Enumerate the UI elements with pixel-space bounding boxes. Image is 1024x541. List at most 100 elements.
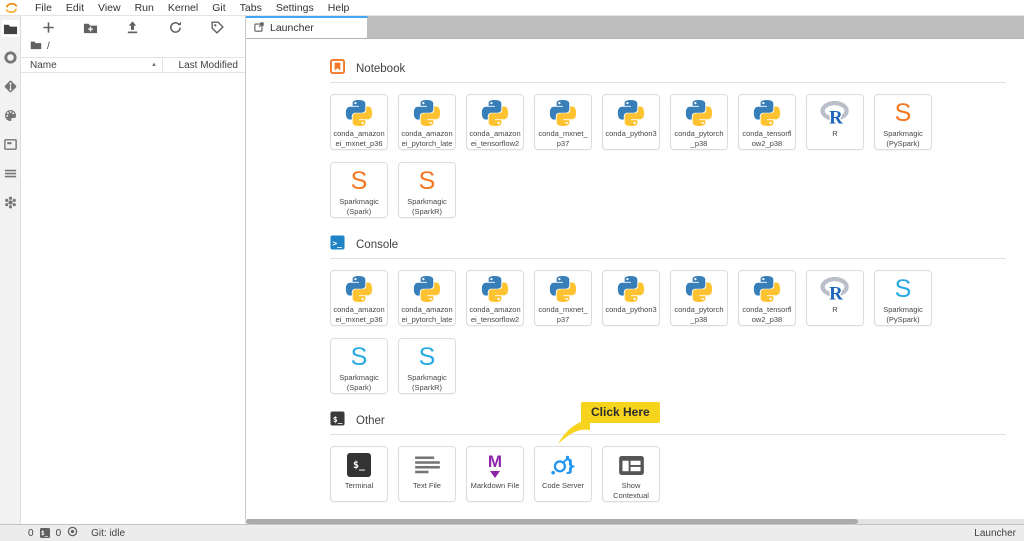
python-icon [752,271,782,304]
status-context-label: Launcher [974,527,1016,539]
git-icon[interactable] [2,78,19,95]
launcher-card-sparkmagic-spark[interactable]: S Sparkmagic (Spark) [330,338,388,394]
menu-tabs[interactable]: Tabs [233,2,269,14]
breadcrumb[interactable]: / [21,39,245,54]
card-label: Sparkmagic (SparkR) [407,197,447,216]
file-browser-panel: / Name ▲ Last Modified [21,16,245,524]
launcher-card-r[interactable]: RRR [806,270,864,326]
card-label: conda_pytorch_p38 [674,129,724,148]
launcher-card-r[interactable]: RRR [806,94,864,150]
launcher-section-other: $_ Other $_ Terminal Text File M Markdown File… [330,410,1006,502]
main-dock-panel: Launcher Notebook conda_amazonei_mxnet_p3… [245,16,1024,524]
menu-edit[interactable]: Edit [59,2,91,14]
r-icon: RR [820,271,851,304]
launcher-card-sparkmagic-sparkr[interactable]: S Sparkmagic (SparkR) [398,162,456,218]
launcher-card-conda-amazonei-tensorflow2[interactable]: conda_amazonei_tensorflow2_ [466,270,524,326]
launcher-card-conda-amazonei-mxnet-p36[interactable]: conda_amazonei_mxnet_p36 [330,270,388,326]
upload-icon[interactable] [124,19,141,36]
launcher-sections: Notebook conda_amazonei_mxnet_p36 conda_am… [330,58,1006,502]
menu-git[interactable]: Git [205,2,232,14]
launcher-card-sparkmagic-pyspark[interactable]: S Sparkmagic (PySpark) [874,270,932,326]
launcher-card-code-server[interactable]: } Code Server [534,446,592,502]
new-folder-icon[interactable] [82,19,99,36]
svg-text:R: R [829,107,843,125]
launcher-tab-icon [253,21,265,36]
launcher-card-conda-amazonei-pytorch-late[interactable]: conda_amazonei_pytorch_late [398,270,456,326]
refresh-icon[interactable] [167,19,184,36]
section-divider [330,434,1006,435]
inspector-icon[interactable] [2,136,19,153]
launcher-card-sparkmagic-pyspark[interactable]: S Sparkmagic (PySpark) [874,94,932,150]
tab-launcher[interactable]: Launcher [246,16,368,38]
menu-kernel[interactable]: Kernel [161,2,205,14]
notebook-section-icon [330,58,345,79]
card-label: Sparkmagic (PySpark) [883,305,923,324]
contextual-help-icon [618,447,644,480]
launcher-card-show-contextual-help[interactable]: Show Contextual Help [602,446,660,502]
card-label: conda_amazonei_pytorch_late [401,129,453,148]
card-grid-other: $_ Terminal Text File M Markdown File} Code S… [330,446,970,502]
launcher-card-conda-mxnet-p37[interactable]: conda_mxnet_p37 [534,94,592,150]
launcher-card-conda-pytorch-p38[interactable]: conda_pytorch_p38 [670,270,728,326]
section-divider [330,82,1006,83]
launcher-card-terminal[interactable]: $_ Terminal [330,446,388,502]
tab-bar: Launcher [246,16,1024,39]
launcher-card-text-file[interactable]: Text File [398,446,456,502]
file-list-header: Name ▲ Last Modified [21,57,245,73]
text-file-icon [414,447,440,480]
launcher-card-sparkmagic-spark[interactable]: S Sparkmagic (Spark) [330,162,388,218]
launcher-card-sparkmagic-sparkr[interactable]: S Sparkmagic (SparkR) [398,338,456,394]
svg-text:R: R [829,283,843,301]
section-header-other: $_ Other [330,410,1006,429]
card-label: R [832,305,838,314]
spark-icon: S [350,342,368,371]
launcher-card-conda-amazonei-pytorch-late[interactable]: conda_amazonei_pytorch_late [398,94,456,150]
launcher-card-conda-amazonei-mxnet-p36[interactable]: conda_amazonei_mxnet_p36 [330,94,388,150]
card-label: conda_python3 [605,305,657,314]
running-icon[interactable] [2,49,19,66]
extensions-icon[interactable] [2,194,19,211]
palette-icon[interactable] [2,107,19,124]
card-label: Show Contextual Help [613,481,649,501]
menu-file[interactable]: File [28,2,59,14]
terminal-icon: $_ [347,447,371,480]
card-label: conda_tensorflow2_p38 [742,129,792,148]
card-label: Code Server [541,481,585,490]
card-label: conda_amazonei_tensorflow2_ [469,129,521,149]
launcher-card-conda-amazonei-tensorflow2[interactable]: conda_amazonei_tensorflow2_ [466,94,524,150]
card-label: Terminal [344,481,374,490]
launcher-card-conda-python3[interactable]: conda_python3 [602,270,660,326]
file-browser-icon[interactable] [1,20,19,37]
card-label: conda_amazonei_pytorch_late [401,305,453,324]
card-grid-console: conda_amazonei_mxnet_p36 conda_amazonei_p… [330,270,970,394]
new-launcher-icon[interactable] [40,19,57,36]
menu-help[interactable]: Help [321,2,357,14]
spark-icon: S [350,166,368,195]
git-clone-icon[interactable] [209,19,226,36]
spark-icon: S [894,98,912,127]
launcher-card-conda-python3[interactable]: conda_python3 [602,94,660,150]
card-label: Sparkmagic (PySpark) [883,129,923,148]
column-header-last-modified[interactable]: Last Modified [163,58,245,72]
open-tabs-icon[interactable] [2,165,19,182]
card-label: conda_amazonei_tensorflow2_ [469,305,521,325]
launcher-card-conda-tensorflow2-p38[interactable]: conda_tensorflow2_p38 [738,94,796,150]
launcher-card-markdown-file[interactable]: M Markdown File [466,446,524,502]
git-status[interactable]: Git: idle [91,528,125,539]
menu-run[interactable]: Run [128,2,161,14]
launcher-card-conda-tensorflow2-p38[interactable]: conda_tensorflow2_p38 [738,270,796,326]
running-sessions-status[interactable]: 0 $_ 0 [28,526,78,540]
launcher-card-conda-pytorch-p38[interactable]: conda_pytorch_p38 [670,94,728,150]
menu-view[interactable]: View [91,2,128,14]
python-icon [616,95,646,128]
breadcrumb-root[interactable]: / [47,41,50,52]
column-header-name[interactable]: Name ▲ [21,58,163,72]
folder-icon [30,39,42,54]
svg-text:$_: $_ [333,414,343,423]
card-label: conda_mxnet_p37 [538,305,588,324]
file-browser-toolbar [21,16,245,39]
launcher-card-conda-mxnet-p37[interactable]: conda_mxnet_p37 [534,270,592,326]
section-divider [330,258,1006,259]
python-icon [480,95,510,128]
menu-settings[interactable]: Settings [269,2,321,14]
